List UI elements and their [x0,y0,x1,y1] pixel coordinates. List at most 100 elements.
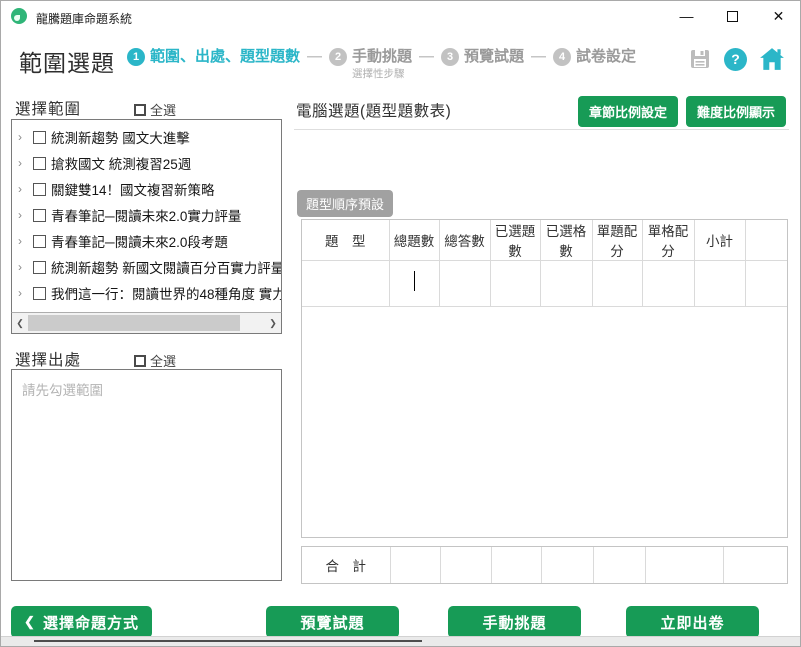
range-tree: › 統測新趨勢 國文大進擊 › 搶救國文 統測複習25週 › 關鍵雙14！國文複… [12,120,281,306]
title-bar: 龍騰題庫命題系統 — ✕ [1,1,800,31]
home-icon[interactable] [759,47,785,71]
cell-points-per-blank[interactable] [642,261,694,307]
cell-subtotal[interactable] [694,261,745,307]
tree-item-label: 青春筆記─閱讀未來2.0段考題 [51,231,228,251]
chevron-left-icon: ❮ [24,614,36,630]
tree-item[interactable]: › 搶救國文 統測複習25週 [12,150,281,176]
item-checkbox[interactable] [33,209,46,222]
tree-item-label: 我們這一行：閱讀世界的48種角度 實力評量 [51,283,281,303]
expand-arrow-icon[interactable]: › [18,260,31,274]
range-select-all[interactable]: 全選 [134,100,176,119]
window-controls: — ✕ [676,4,789,28]
question-order-badge[interactable]: 題型順序預設 [297,190,393,217]
manual-pick-button[interactable]: 手動挑題 [448,606,581,638]
table-row [302,261,787,307]
table-header-cell: 已選格數 [540,220,592,261]
scroll-left-icon[interactable]: ❮ [12,313,28,333]
total-cell [491,547,541,583]
step-4: 4 試卷設定 [553,46,636,68]
source-select-all[interactable]: 全選 [134,351,176,370]
source-list-box: 請先勾選範圍 [11,369,282,581]
step-3-number: 3 [441,48,459,66]
step-separator: — [531,46,546,68]
total-cell [723,547,787,583]
text-cursor [414,271,416,291]
step-2: 2 手動挑題 選擇性步驟 [329,46,412,80]
source-placeholder: 請先勾選範圍 [12,370,281,408]
tree-item-label: 統測新趨勢 新國文閱讀百分百實力評量 [51,257,281,277]
expand-arrow-icon[interactable]: › [18,234,31,248]
difficulty-ratio-button[interactable]: 難度比例顯示 [686,96,786,127]
item-checkbox[interactable] [33,131,46,144]
item-checkbox[interactable] [33,235,46,248]
total-cell [645,547,723,583]
tree-item[interactable]: › 統測新趨勢 新國文閱讀百分百實力評量 [12,254,281,280]
chapter-ratio-button[interactable]: 章節比例設定 [578,96,678,127]
expand-arrow-icon[interactable]: › [18,130,31,144]
page-title: 範圍選題 [19,44,115,78]
tree-item[interactable]: › 我們這一行：閱讀世界的48種角度 實力評量 [12,280,281,306]
table-header-cell: 小計 [694,220,745,261]
tree-item[interactable]: › 關鍵雙14！國文複習新策略 [12,176,281,202]
app-logo-icon [11,8,27,24]
cell-total-answers[interactable] [439,261,490,307]
total-cell [593,547,645,583]
expand-arrow-icon[interactable]: › [18,182,31,196]
step-indicator: 1 範圍、出處、題型題數 — 2 手動挑題 選擇性步驟 — 3 預覽試題 — 4… [127,46,636,80]
source-section-title: 選擇出處 [15,348,81,370]
app-window: 龍騰題庫命題系統 — ✕ 範圍選題 1 範圍、出處、題型題數 — 2 手動挑題 … [0,0,801,647]
item-checkbox[interactable] [33,261,46,274]
horizontal-scrollbar[interactable]: ❮ ❯ [11,312,282,334]
total-row: 合 計 [302,547,787,583]
tree-item[interactable]: › 統測新趨勢 國文大進擊 [12,124,281,150]
header-icons: ? [688,47,785,71]
cell-question-type[interactable] [302,261,389,307]
table-header-row: 題 型總題數總答數已選題數已選格數單題配分單格配分小計 [302,220,787,261]
expand-arrow-icon[interactable]: › [18,286,31,300]
step-1-label: 範圍、出處、題型題數 [150,46,300,68]
expand-arrow-icon[interactable]: › [18,208,31,222]
total-label-cell: 合 計 [302,547,390,583]
step-1: 1 範圍、出處、題型題數 [127,46,300,68]
cell-points-per-question[interactable] [592,261,642,307]
step-separator: — [307,46,322,68]
item-checkbox[interactable] [33,287,46,300]
table-header-cell: 單題配分 [592,220,642,261]
cell-total-questions[interactable] [389,261,439,307]
item-checkbox[interactable] [33,183,46,196]
step-3: 3 預覽試題 [441,46,524,68]
generate-exam-button[interactable]: 立即出卷 [626,606,759,638]
tree-item-label: 搶救國文 統測複習25週 [51,153,191,173]
source-select-all-checkbox[interactable] [134,355,146,367]
scrollbar-thumb[interactable] [28,315,240,331]
ratio-buttons: 章節比例設定 難度比例顯示 [578,96,786,127]
cell-selected-questions[interactable] [490,261,540,307]
step-4-label: 試卷設定 [576,46,636,68]
range-section-title: 選擇範圍 [15,97,81,119]
section-divider [294,129,789,130]
minimize-button[interactable]: — [676,4,697,28]
expand-arrow-icon[interactable]: › [18,156,31,170]
total-cell [541,547,593,583]
cell-selected-blanks[interactable] [540,261,592,307]
maximize-button[interactable] [722,4,743,28]
step-2-number: 2 [329,48,347,66]
background-window-edge [1,636,800,646]
tree-item[interactable]: › 青春筆記─閱讀未來2.0段考題 [12,228,281,254]
choose-method-back-button[interactable]: ❮ 選擇命題方式 [11,606,152,638]
scroll-right-icon[interactable]: ❯ [265,313,281,333]
source-select-all-label: 全選 [150,351,176,370]
step-3-label: 預覽試題 [464,46,524,68]
table-header-cell: 總題數 [389,220,439,261]
save-icon[interactable] [688,47,712,71]
item-checkbox[interactable] [33,157,46,170]
close-button[interactable]: ✕ [768,4,789,28]
help-icon[interactable]: ? [724,48,747,71]
range-select-all-checkbox[interactable] [134,104,146,116]
tree-item[interactable]: › 青春筆記─閱讀未來2.0實力評量 [12,202,281,228]
table-header-cell: 總答數 [439,220,490,261]
table-header-cell [745,220,787,261]
cell-extra[interactable] [745,261,787,307]
preview-questions-button[interactable]: 預覽試題 [266,606,399,638]
step-2-sublabel: 選擇性步驟 [352,68,412,80]
